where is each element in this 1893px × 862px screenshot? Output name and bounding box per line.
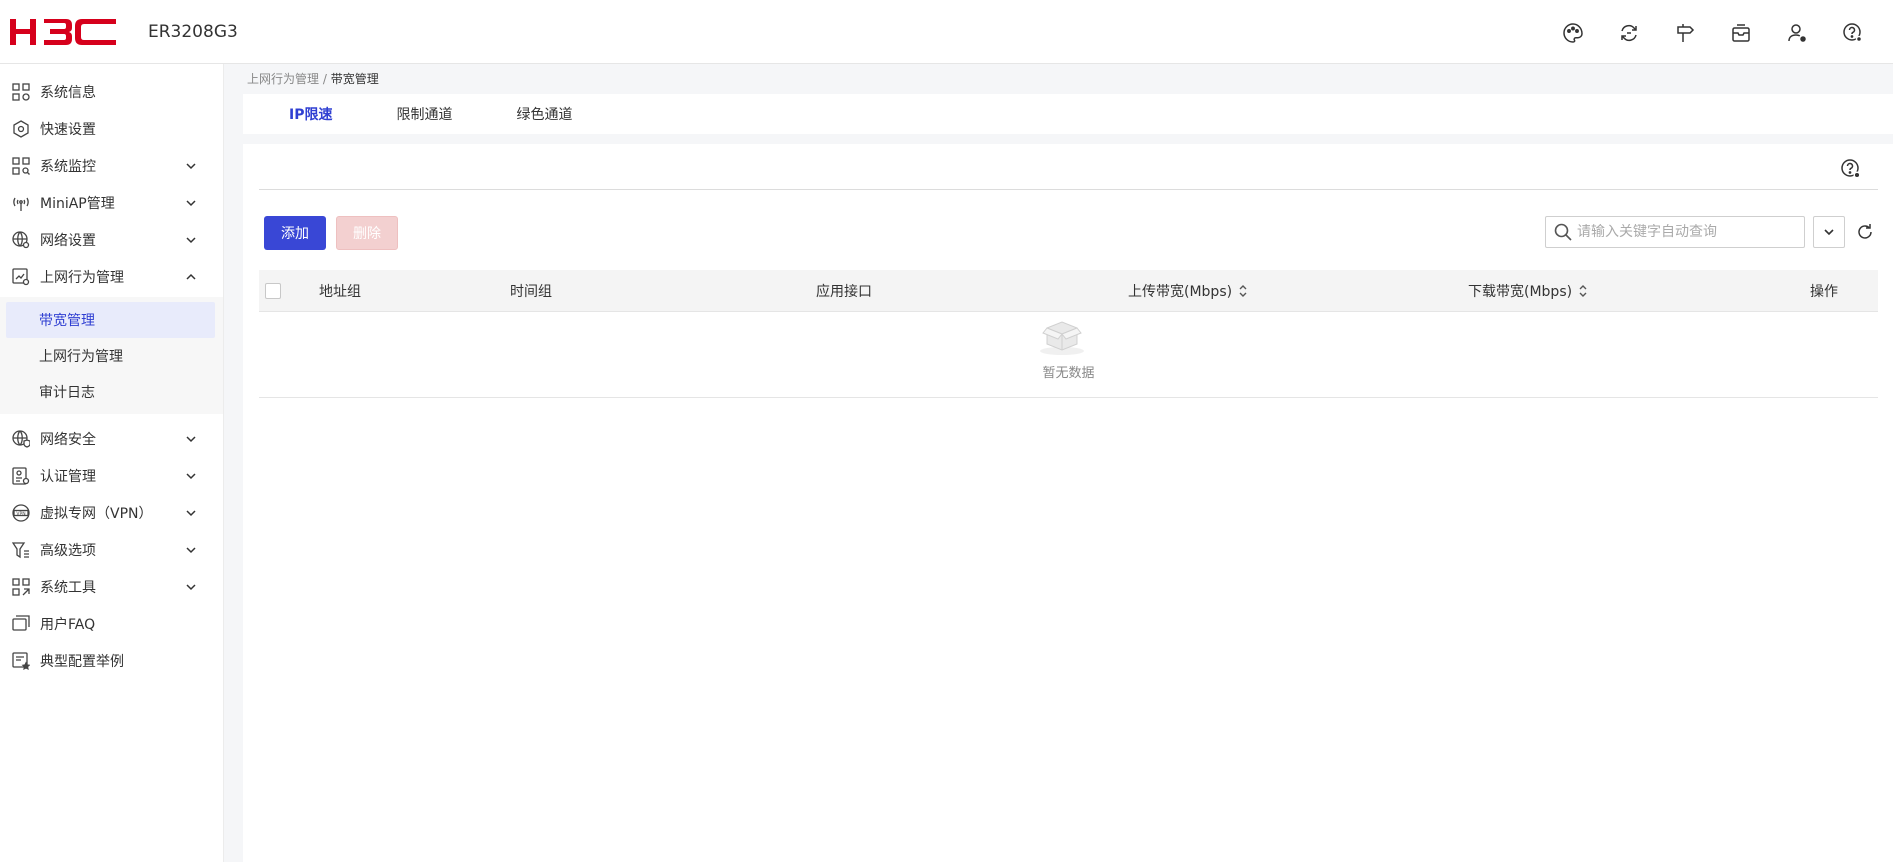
header-toolbar [1545, 17, 1881, 49]
system-info-icon [11, 82, 31, 102]
column-upload-bandwidth: 上传带宽(Mbps) [1128, 284, 1233, 300]
help-settings-icon[interactable] [1825, 17, 1881, 49]
empty-box-icon [1040, 321, 1084, 355]
column-time-group: 时间组 [510, 284, 552, 300]
submenu-behavior-management: 带宽管理 上网行为管理 审计日志 [0, 297, 223, 414]
system-tools-icon [11, 577, 31, 597]
sidebar-item-quick-setup[interactable]: 快速设置 [0, 110, 223, 147]
config-example-icon [11, 651, 31, 671]
chevron-down-icon [186, 510, 196, 517]
advanced-options-icon [11, 540, 31, 560]
network-security-icon [11, 429, 31, 449]
sidebar-item-label: 虚拟专网（VPN） [40, 505, 153, 522]
sidebar-item-network-security[interactable]: 网络安全 [0, 420, 223, 457]
chevron-up-icon [186, 273, 196, 280]
column-download-bandwidth: 下载带宽(Mbps) [1468, 284, 1573, 300]
quick-setup-icon [11, 119, 31, 139]
mailbox-icon[interactable] [1713, 17, 1769, 49]
chevron-down-icon [186, 237, 196, 244]
chevron-down-icon [1824, 229, 1834, 236]
chevron-down-icon [186, 200, 196, 207]
sidebar-item-label: 网络设置 [40, 232, 96, 249]
sidebar-item-auth-management[interactable]: 认证管理 [0, 457, 223, 494]
breadcrumb: 上网行为管理 / 带宽管理 [247, 70, 379, 87]
chevron-down-icon [186, 436, 196, 443]
breadcrumb-separator: / [319, 72, 331, 86]
tab-bar: IP限速 限制通道 绿色通道 [243, 94, 1893, 134]
help-icon[interactable] [1840, 158, 1862, 180]
empty-text: 暂无数据 [1042, 366, 1095, 381]
chevron-down-icon [186, 163, 196, 170]
breadcrumb-parent[interactable]: 上网行为管理 [247, 72, 319, 86]
sidebar-item-label: 网络安全 [40, 431, 96, 448]
sidebar-item-label: MiniAP管理 [40, 195, 115, 212]
auth-management-icon [11, 466, 31, 486]
system-monitor-icon [11, 156, 31, 176]
content-panel: 添加 删除 地址组 时间组 应用接口 上传带宽(Mbps) 下载带宽(Mbps)… [243, 144, 1893, 862]
sidebar-item-label: 用户FAQ [40, 616, 96, 633]
column-address-group: 地址组 [319, 284, 361, 300]
column-upload-bandwidth-cell[interactable]: 上传带宽(Mbps) [1128, 270, 1248, 312]
select-all-checkbox[interactable] [265, 283, 281, 299]
sidebar-item-config-example[interactable]: 典型配置举例 [0, 642, 223, 679]
sidebar-item-label: 认证管理 [40, 468, 96, 485]
sidebar-item-label: 上网行为管理 [40, 269, 124, 286]
sort-icon[interactable] [1238, 284, 1248, 298]
delete-button[interactable]: 删除 [336, 216, 398, 250]
breadcrumb-current: 带宽管理 [330, 72, 379, 86]
tab-ip-rate-limit[interactable]: IP限速 [289, 94, 332, 134]
sidebar-item-vpn[interactable]: VPN 虚拟专网（VPN） [0, 494, 223, 531]
sidebar: 系统信息 快速设置 系统监控 MiniAP管理 网络设置 上网行为管理 带宽管理… [0, 64, 224, 862]
table-header: 地址组 时间组 应用接口 上传带宽(Mbps) 下载带宽(Mbps) 操作 [259, 270, 1878, 312]
search-input[interactable] [1577, 224, 1797, 240]
sort-icon[interactable] [1578, 284, 1588, 298]
sidebar-item-label: 系统工具 [40, 579, 96, 596]
sidebar-item-miniap[interactable]: MiniAP管理 [0, 184, 223, 221]
top-header: ER3208G3 [0, 0, 1893, 64]
data-table: 地址组 时间组 应用接口 上传带宽(Mbps) 下载带宽(Mbps) 操作 暂无… [259, 270, 1878, 398]
sidebar-item-label: 系统信息 [40, 84, 96, 101]
search-dropdown-button[interactable] [1813, 216, 1845, 248]
device-model: ER3208G3 [148, 21, 238, 42]
signpost-icon[interactable] [1657, 17, 1713, 49]
sidebar-item-advanced-options[interactable]: 高级选项 [0, 531, 223, 568]
tab-restricted-channel[interactable]: 限制通道 [396, 94, 452, 134]
column-app-interface: 应用接口 [816, 284, 872, 300]
vpn-icon: VPN [11, 503, 31, 523]
sidebar-item-label: 快速设置 [40, 121, 96, 138]
tab-green-channel[interactable]: 绿色通道 [516, 94, 572, 134]
submenu-item-behavior[interactable]: 上网行为管理 [0, 338, 215, 374]
chevron-down-icon [186, 473, 196, 480]
submenu-item-audit-log[interactable]: 审计日志 [0, 374, 215, 410]
refresh-icon[interactable] [1855, 222, 1875, 242]
chevron-down-icon [186, 547, 196, 554]
sidebar-item-network-settings[interactable]: 网络设置 [0, 221, 223, 258]
sidebar-item-system-monitor[interactable]: 系统监控 [0, 147, 223, 184]
column-actions: 操作 [1810, 284, 1838, 300]
svg-text:VPN: VPN [16, 510, 25, 516]
faq-icon [11, 614, 31, 634]
sidebar-item-system-info[interactable]: 系统信息 [0, 73, 223, 110]
miniap-icon [11, 193, 31, 213]
sync-icon[interactable] [1601, 17, 1657, 49]
search-box [1545, 216, 1805, 248]
h3c-logo [10, 15, 120, 49]
user-settings-icon[interactable] [1769, 17, 1825, 49]
sidebar-item-label: 系统监控 [40, 158, 96, 175]
search-icon [1554, 223, 1572, 241]
divider [259, 189, 1878, 190]
palette-icon[interactable] [1545, 17, 1601, 49]
column-download-bandwidth-cell[interactable]: 下载带宽(Mbps) [1468, 270, 1588, 312]
add-button[interactable]: 添加 [264, 216, 326, 250]
submenu-item-bandwidth[interactable]: 带宽管理 [6, 302, 215, 338]
chevron-down-icon [186, 584, 196, 591]
behavior-management-icon [11, 267, 31, 287]
network-settings-icon [11, 230, 31, 250]
sidebar-item-behavior-management[interactable]: 上网行为管理 [0, 258, 223, 295]
sidebar-item-label: 典型配置举例 [40, 653, 124, 670]
sidebar-item-faq[interactable]: 用户FAQ [0, 605, 223, 642]
table-empty-state: 暂无数据 [259, 312, 1878, 398]
sidebar-item-system-tools[interactable]: 系统工具 [0, 568, 223, 605]
sidebar-item-label: 高级选项 [40, 542, 96, 559]
